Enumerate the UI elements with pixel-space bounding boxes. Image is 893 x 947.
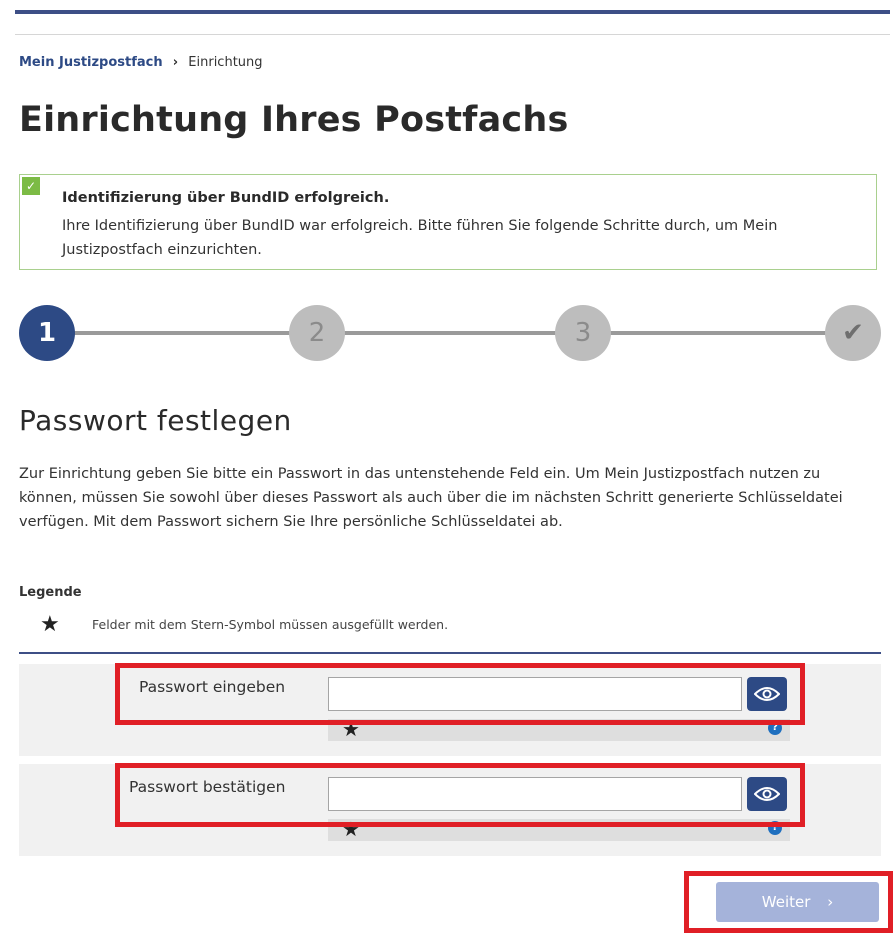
next-button[interactable]: Weiter › bbox=[716, 882, 879, 922]
breadcrumb-current: Einrichtung bbox=[188, 55, 263, 70]
step-connector bbox=[69, 331, 295, 335]
breadcrumb: Mein Justizpostfach › Einrichtung bbox=[19, 55, 263, 70]
step-3: 3 bbox=[555, 305, 611, 361]
top-accent-bar bbox=[15, 10, 890, 14]
section-title: Passwort festlegen bbox=[19, 404, 292, 437]
highlight-box-password bbox=[115, 663, 805, 725]
chevron-right-icon: › bbox=[827, 893, 834, 911]
alert-title: Identifizierung über BundID erfolgreich. bbox=[62, 190, 390, 206]
form-divider bbox=[19, 652, 881, 654]
header-divider bbox=[15, 34, 890, 35]
check-icon: ✓ bbox=[22, 177, 40, 195]
success-alert: ✓ Identifizierung über BundID erfolgreic… bbox=[19, 174, 877, 270]
legend-title: Legende bbox=[19, 585, 82, 600]
breadcrumb-home-link[interactable]: Mein Justizpostfach bbox=[19, 55, 163, 70]
step-connector bbox=[339, 331, 561, 335]
next-button-label: Weiter bbox=[761, 893, 811, 911]
step-complete-check-icon: ✔ bbox=[825, 305, 881, 361]
step-connector bbox=[605, 331, 829, 335]
intro-text: Zur Einrichtung geben Sie bitte ein Pass… bbox=[19, 466, 843, 530]
step-2: 2 bbox=[289, 305, 345, 361]
alert-text: Ihre Identifizierung über BundID war erf… bbox=[62, 218, 778, 258]
page-title: Einrichtung Ihres Postfachs bbox=[19, 100, 569, 140]
breadcrumb-separator-icon: › bbox=[172, 55, 179, 70]
required-star-icon: ★ bbox=[40, 612, 60, 637]
highlight-box-confirm bbox=[115, 763, 805, 827]
step-1: 1 bbox=[19, 305, 75, 361]
progress-stepper: 1 2 3 ✔ bbox=[19, 305, 881, 361]
legend-text: Felder mit dem Stern-Symbol müssen ausge… bbox=[92, 617, 449, 632]
